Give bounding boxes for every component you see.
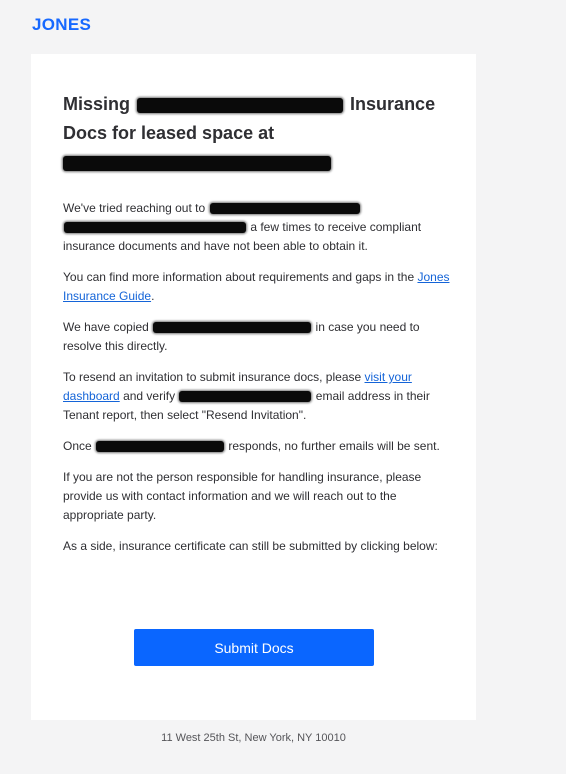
title-text-1: Missing: [63, 94, 131, 114]
title-text-2: Insurance: [350, 94, 436, 114]
p2-text-a: You can find more information about requ…: [63, 270, 415, 284]
email-card: Missing Insurance Docs for leased space …: [31, 54, 476, 720]
redacted-block: [137, 97, 344, 113]
p5-text-b: responds, no further emails will be sent…: [228, 439, 440, 453]
submit-docs-button[interactable]: Submit Docs: [134, 629, 374, 666]
p4-text-b: and verify: [123, 389, 176, 403]
paragraph-guide: You can find more information about requ…: [63, 268, 453, 306]
jones-logo: JONES: [32, 15, 92, 34]
redacted-block: [63, 155, 331, 171]
paragraph-copied: We have copied in case you need to resol…: [63, 318, 453, 356]
p1-text-a: We've tried reaching out to: [63, 201, 206, 215]
redacted-block: [153, 322, 312, 334]
email-title: Missing Insurance Docs for leased space …: [63, 90, 453, 177]
redacted-block: [179, 391, 312, 403]
footer-address: 11 West 25th St, New York, NY 10010: [161, 732, 346, 744]
paragraph-responsibility: If you are not the person responsible fo…: [63, 470, 422, 522]
p3-text-a: We have copied: [63, 320, 149, 334]
p5-text-a: Once: [63, 439, 92, 453]
p4-text-a: To resend an invitation to submit insura…: [63, 370, 362, 384]
paragraph-side-note: As a side, insurance certificate can sti…: [63, 539, 438, 553]
paragraph-once: Once responds, no further emails will be…: [63, 437, 453, 456]
paragraph-resend: To resend an invitation to submit insura…: [63, 368, 453, 425]
title-text-3: Docs for leased space at: [63, 123, 275, 143]
redacted-block: [64, 222, 246, 234]
p2-text-b: .: [151, 289, 155, 303]
redacted-block: [209, 203, 360, 215]
paragraph-outreach: We've tried reaching out to a few times …: [63, 199, 453, 256]
redacted-block: [96, 441, 225, 453]
email-content: Missing Insurance Docs for leased space …: [63, 90, 453, 568]
